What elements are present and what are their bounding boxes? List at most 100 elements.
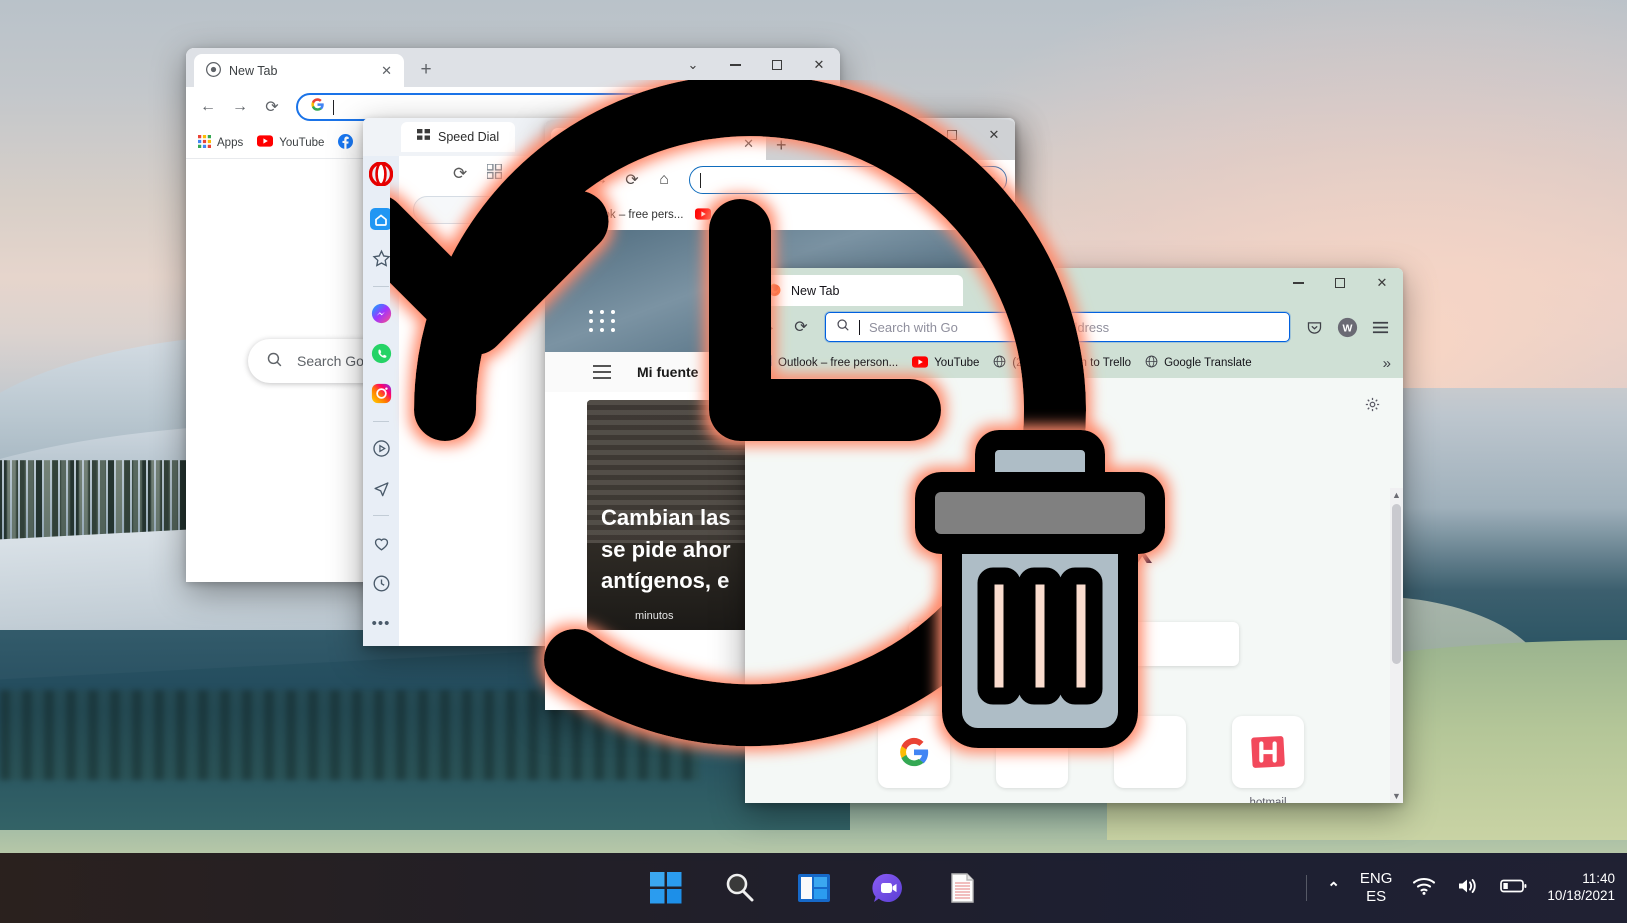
chrome-close-button[interactable]: ✕ bbox=[798, 50, 840, 80]
volume-icon[interactable] bbox=[1456, 876, 1480, 901]
chrome-tab[interactable]: New Tab ✕ bbox=[194, 54, 404, 87]
heart-icon[interactable] bbox=[368, 530, 394, 556]
chrome-maximize-button[interactable] bbox=[756, 50, 798, 80]
firefox-scrollbar[interactable]: ▲ ▼ bbox=[1390, 488, 1403, 803]
unknown-icon bbox=[996, 716, 1068, 788]
scroll-up-arrow-icon[interactable]: ▲ bbox=[1392, 490, 1401, 500]
task-view-button[interactable] bbox=[794, 868, 834, 908]
scroll-down-arrow-icon[interactable]: ▼ bbox=[1392, 791, 1401, 801]
chrome-tab-close-icon[interactable]: ✕ bbox=[381, 63, 392, 79]
forward-icon[interactable]: → bbox=[753, 312, 783, 342]
back-icon[interactable]: ← bbox=[553, 165, 583, 195]
opera-reload-icon[interactable]: ⟳ bbox=[453, 164, 467, 184]
bookmark-facebook[interactable] bbox=[338, 134, 359, 152]
chrome-omnibox[interactable] bbox=[296, 93, 832, 121]
chrome-window-controls[interactable]: ⌄ ✕ bbox=[672, 50, 840, 80]
system-tray[interactable]: ⌃ ENG ES 11:40 10/18/2021 bbox=[1306, 870, 1615, 907]
hamburger-menu-icon[interactable] bbox=[593, 365, 611, 379]
firefox-wordmark: refox bbox=[1066, 530, 1152, 572]
opera-tab[interactable]: Speed Dial bbox=[401, 122, 515, 152]
edge-minimize-button[interactable] bbox=[889, 120, 931, 150]
edge-address-bar[interactable]: address bbox=[689, 166, 1007, 194]
chrome-tabstrip[interactable]: New Tab ✕ + ⌄ ✕ bbox=[186, 48, 840, 87]
telegram-icon[interactable] bbox=[368, 475, 394, 501]
bookmark-generic-1[interactable]: (2 bbox=[993, 355, 1022, 371]
edge-hero-grid-icon[interactable] bbox=[589, 310, 617, 332]
hamburger-menu-icon[interactable] bbox=[1365, 312, 1395, 342]
bookmark-apps[interactable]: Apps bbox=[198, 135, 243, 151]
opera-sidebar[interactable]: ••• bbox=[363, 156, 399, 646]
battery-icon[interactable] bbox=[1500, 878, 1527, 899]
start-button[interactable] bbox=[646, 868, 686, 908]
show-hidden-icons-button[interactable]: ⌃ bbox=[1327, 879, 1340, 897]
edge-bookmarks-bar[interactable]: Outlook – free pers... bbox=[545, 200, 1015, 230]
scrollbar-thumb[interactable] bbox=[1392, 504, 1401, 664]
taskbar-center-group[interactable] bbox=[646, 868, 982, 908]
taskbar[interactable]: ⌃ ENG ES 11:40 10/18/2021 bbox=[0, 853, 1627, 923]
pocket-save-icon[interactable] bbox=[1299, 312, 1329, 342]
list-item[interactable] bbox=[973, 716, 1091, 803]
search-button[interactable] bbox=[720, 868, 760, 908]
edge-window-controls[interactable]: ✕ bbox=[889, 120, 1015, 150]
edge-close-button[interactable]: ✕ bbox=[973, 120, 1015, 150]
forward-icon[interactable]: → bbox=[585, 165, 615, 195]
chrome-more-button[interactable]: ⌄ bbox=[672, 50, 714, 80]
speed-dial-grid-icon[interactable] bbox=[487, 164, 502, 184]
firefox-search-box[interactable] bbox=[909, 622, 1239, 666]
edge-tab-title: New tab bbox=[587, 137, 633, 151]
edge-tab-close-icon[interactable]: ✕ bbox=[743, 136, 754, 152]
chrome-minimize-button[interactable] bbox=[714, 50, 756, 80]
edge-tabstrip[interactable]: New tab ✕ + ✕ bbox=[545, 120, 1015, 160]
bookmark-youtube[interactable]: YouTube bbox=[912, 356, 979, 371]
edge-maximize-button[interactable] bbox=[931, 120, 973, 150]
chrome-omnibox-caret bbox=[333, 100, 334, 115]
list-item[interactable]: hotmail bbox=[1209, 716, 1327, 803]
reload-icon[interactable]: ⟳ bbox=[617, 165, 647, 195]
firefox-minimize-button[interactable] bbox=[1277, 268, 1319, 298]
wifi-icon[interactable] bbox=[1412, 876, 1436, 901]
bookmark-youtube[interactable]: YouTube bbox=[257, 135, 324, 150]
language-indicator[interactable]: ENG ES bbox=[1360, 870, 1393, 907]
teams-chat-button[interactable] bbox=[868, 868, 908, 908]
bookmark-outlook[interactable]: Outlook – free person... bbox=[757, 355, 898, 371]
edge-toolbar[interactable]: ← → ⟳ ⌂ address bbox=[545, 160, 1015, 200]
firefox-tab[interactable]: New Tab bbox=[753, 275, 963, 306]
firefox-maximize-button[interactable] bbox=[1319, 268, 1361, 298]
back-icon[interactable]: ← bbox=[194, 93, 222, 121]
firefox-bookmarks-bar[interactable]: Outlook – free person... YouTube (2 Log … bbox=[745, 348, 1403, 378]
firefox-window-controls[interactable]: ✕ bbox=[1277, 268, 1403, 298]
list-item[interactable] bbox=[1091, 716, 1209, 803]
edge-tab[interactable]: New tab ✕ bbox=[551, 128, 766, 160]
list-item[interactable] bbox=[855, 716, 973, 803]
instagram-icon[interactable] bbox=[368, 381, 394, 407]
forward-icon[interactable]: → bbox=[226, 93, 254, 121]
bookmark-trello[interactable]: Log in to Trello bbox=[1037, 355, 1131, 371]
firefox-window[interactable]: New Tab ✕ → ⟳ Search with Go address bbox=[745, 268, 1403, 803]
bookmark-outlook[interactable]: Outlook – free pers... bbox=[555, 207, 683, 223]
messenger-icon[interactable] bbox=[368, 301, 394, 327]
notepad-button[interactable] bbox=[942, 868, 982, 908]
firefox-toolbar[interactable]: → ⟳ Search with Go address W bbox=[745, 306, 1403, 348]
gear-icon[interactable] bbox=[1364, 396, 1381, 418]
clock[interactable]: 11:40 10/18/2021 bbox=[1547, 871, 1615, 905]
bookmark-google-translate[interactable]: Google Translate bbox=[1145, 355, 1252, 371]
reload-icon[interactable]: ⟳ bbox=[258, 93, 286, 121]
firefox-shortcut-tiles[interactable]: hotmail bbox=[855, 716, 1327, 803]
more-dots-icon[interactable]: ••• bbox=[368, 610, 394, 636]
history-clock-icon[interactable] bbox=[368, 570, 394, 596]
sidebar-item-home[interactable] bbox=[368, 206, 394, 232]
bookmark-youtube[interactable] bbox=[695, 208, 717, 223]
desktop[interactable]: New Tab ✕ + ⌄ ✕ ← → ⟳ bbox=[0, 0, 1627, 923]
firefox-address-bar[interactable]: Search with Go address bbox=[825, 312, 1290, 342]
firefox-tabstrip[interactable]: New Tab ✕ bbox=[745, 268, 1403, 306]
chrome-new-tab-button[interactable]: + bbox=[412, 56, 440, 84]
bookmarks-overflow-chevron-icon[interactable]: » bbox=[1383, 355, 1391, 372]
home-icon[interactable]: ⌂ bbox=[649, 165, 679, 195]
firefox-close-button[interactable]: ✕ bbox=[1361, 268, 1403, 298]
player-icon[interactable] bbox=[368, 436, 394, 462]
edge-new-tab-button[interactable]: + bbox=[776, 135, 787, 156]
star-icon[interactable] bbox=[368, 246, 394, 272]
avatar[interactable]: W bbox=[1332, 312, 1362, 342]
whatsapp-icon[interactable] bbox=[368, 341, 394, 367]
reload-icon[interactable]: ⟳ bbox=[786, 312, 816, 342]
